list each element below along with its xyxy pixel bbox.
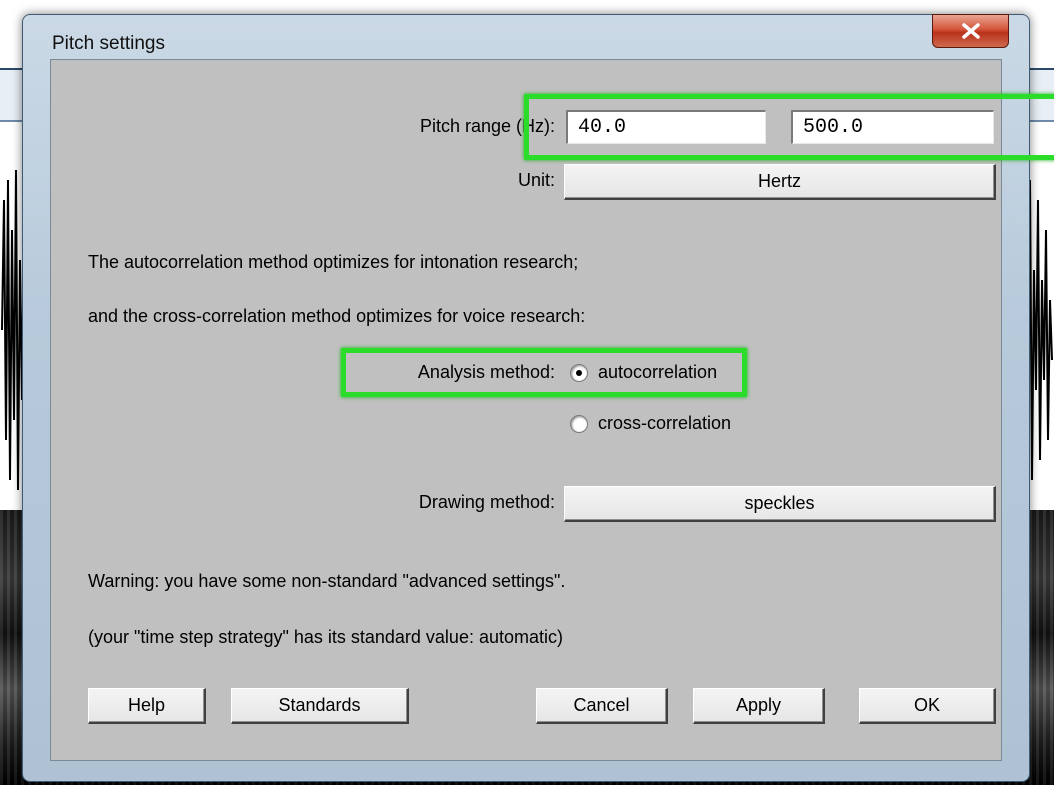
dialog-title: Pitch settings [52, 33, 165, 54]
highlight-pitch-range [524, 94, 1054, 160]
warning-text-line1: Warning: you have some non-standard "adv… [88, 571, 566, 591]
unit-selector-button[interactable]: Hertz [564, 164, 996, 200]
dialog-client-area: Pitch range (Hz): 40.0 500.0 Unit: Hertz… [50, 59, 1002, 761]
close-button[interactable] [932, 14, 1009, 48]
apply-button[interactable]: Apply [693, 688, 825, 724]
help-button[interactable]: Help [88, 688, 206, 724]
drawing-method-selector-button[interactable]: speckles [564, 486, 996, 522]
drawing-method-label: Drawing method: [418, 492, 555, 512]
info-text-line1: The autocorrelation method optimizes for… [88, 252, 579, 272]
radio-cross-correlation-label: cross-correlation [598, 413, 732, 433]
standards-button[interactable]: Standards [231, 688, 409, 724]
radio-cross-correlation-circle[interactable] [570, 415, 588, 433]
highlight-analysis-method [341, 348, 747, 397]
cancel-button[interactable]: Cancel [536, 688, 668, 724]
close-icon [961, 23, 980, 39]
info-text-line2: and the cross-correlation method optimiz… [88, 306, 586, 326]
unit-label: Unit: [517, 170, 555, 190]
warning-text-line2: (your "time step strategy" has its stand… [88, 627, 563, 647]
ok-button[interactable]: OK [859, 688, 996, 724]
radio-cross-correlation[interactable]: cross-correlation [570, 413, 770, 437]
